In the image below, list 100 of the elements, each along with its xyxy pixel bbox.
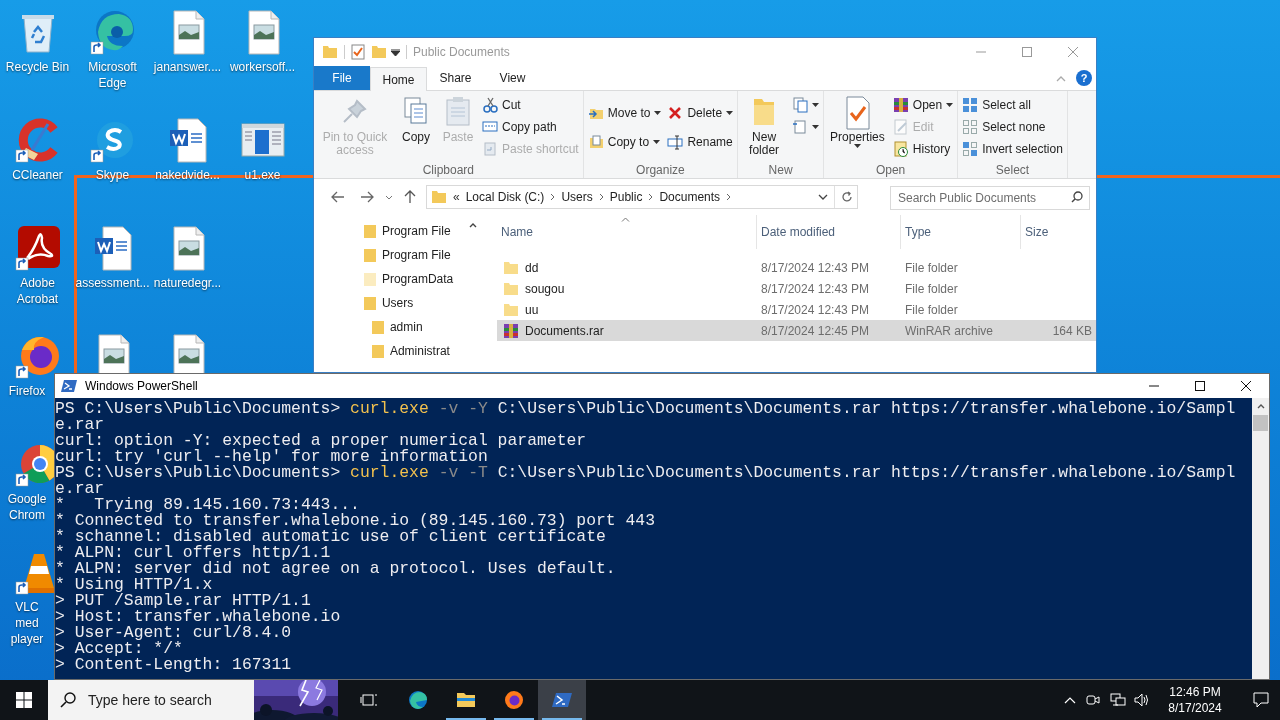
table-cell: 8/17/2024 12:43 PM: [761, 281, 870, 296]
address-bar[interactable]: « Local Disk (C:) Users Public Documents: [426, 185, 858, 209]
nav-item[interactable]: Administrat: [354, 339, 466, 363]
folder-icon: [371, 45, 387, 59]
folder-icon: [362, 295, 377, 311]
desktop-icon-label[interactable]: Firefox: [3, 383, 51, 399]
scroll-up-icon: [1256, 404, 1265, 409]
checklist-icon: [351, 44, 365, 60]
ribbon-button[interactable]: Invert selection: [962, 139, 1063, 158]
powershell-icon: [61, 379, 77, 393]
column-header[interactable]: Type: [901, 215, 1021, 249]
ribbon-button[interactable]: [792, 95, 820, 114]
chevron-right-icon: [648, 193, 654, 201]
clock[interactable]: 12:46 PM 8/17/2024: [1158, 680, 1232, 720]
table-cell: WinRAR archive: [905, 323, 994, 338]
pages-icon: [792, 96, 809, 113]
ribbon-button[interactable]: New folder: [742, 95, 787, 163]
ribbon-button[interactable]: History: [892, 139, 954, 158]
taskbar-button[interactable]: [538, 680, 586, 720]
ribbon-tab[interactable]: File: [314, 66, 370, 90]
nav-item[interactable]: Program File: [354, 243, 466, 267]
ribbon-button[interactable]: Rename: [667, 132, 734, 151]
nav-item[interactable]: admin: [354, 315, 466, 339]
folder-pages-icon: [587, 133, 604, 150]
ribbon-tab[interactable]: View: [484, 66, 541, 90]
ribbon-button[interactable]: Select all: [962, 95, 1063, 114]
column-header[interactable]: Name: [497, 215, 757, 249]
grid-icon: [962, 96, 979, 113]
ribbon-button[interactable]: Properties: [828, 95, 887, 163]
ribbon-button[interactable]: Cut: [482, 95, 579, 114]
ribbon-button[interactable]: Delete: [667, 103, 734, 122]
ribbon-tab[interactable]: Home: [370, 67, 427, 91]
nav-item[interactable]: Program File: [354, 219, 466, 243]
file-row[interactable]: Documents.rar 8/17/2024 12:45 PM WinRAR archive 164 KB: [497, 320, 1096, 341]
ribbon-tab[interactable]: Share: [427, 66, 484, 90]
volume-icon: [1134, 693, 1150, 707]
search-icon: [1071, 191, 1083, 203]
table-cell: File folder: [905, 281, 958, 296]
search-field[interactable]: Search Public Documents: [890, 186, 1090, 210]
nav-item[interactable]: ProgramData: [354, 267, 466, 291]
folder-icon: [503, 302, 519, 317]
desktop-icon-label[interactable]: VLC med player: [3, 599, 51, 647]
camera-icon: [1086, 693, 1100, 707]
chevron-down-icon: [818, 194, 828, 200]
console-line: curl: try 'curl --help' for more information: [55, 449, 489, 465]
folder-icon: [322, 45, 338, 59]
console-line: > Content-Length: 167311: [55, 657, 293, 673]
chevron-right-icon: [726, 193, 732, 201]
ribbon-button[interactable]: Copy path: [482, 117, 579, 136]
breadcrumb[interactable]: Local Disk (C:): [465, 188, 545, 206]
console-line: * Connected to transfer.whalebone.io (89.145.160.73) port 443: [55, 513, 656, 529]
group-label: Clipboard: [421, 163, 476, 178]
console-line: * ALPN: server did not agree on a protocol. Uses default.: [55, 561, 617, 577]
console-line: * Trying 89.145.160.73:443...: [55, 497, 360, 513]
breadcrumb[interactable]: Public: [609, 188, 643, 206]
ribbon-button[interactable]: Open: [892, 95, 954, 114]
folder-icon: [370, 319, 385, 335]
refresh-icon: [841, 191, 853, 203]
file-name: dd: [525, 259, 539, 277]
windows-logo-icon: [16, 692, 32, 708]
desktop-icon-label[interactable]: naturedegr...: [150, 275, 225, 291]
window-title: Windows PowerShell: [85, 378, 198, 395]
chat-bubble-icon: [1253, 692, 1269, 708]
cross-icon: [667, 104, 684, 121]
file-row[interactable]: sougou 8/17/2024 12:43 PM File folder: [497, 278, 1096, 299]
file-name: Documents.rar: [525, 322, 604, 340]
scrollbar-thumb[interactable]: [1253, 415, 1268, 431]
edge-logo-icon: [408, 690, 428, 710]
file-row[interactable]: dd 8/17/2024 12:43 PM File folder: [497, 257, 1096, 278]
grid-icon: [962, 140, 979, 157]
console-line: curl: option -Y: expected a proper numerical parameter: [55, 433, 588, 449]
close-icon: [1241, 381, 1251, 391]
console-line: e.rar: [55, 481, 105, 497]
text-box-icon: [482, 118, 498, 135]
ribbon-button[interactable]: Copy to: [587, 132, 662, 151]
console-line: * schannel: disabled automatic use of client certificate: [55, 529, 606, 545]
desktop-icon-label[interactable]: Google Chrom: [3, 491, 51, 523]
search-field[interactable]: Type here to search: [48, 680, 254, 720]
chevron-right-icon: [550, 193, 556, 201]
chevron-up-icon: [1056, 76, 1066, 82]
file-row[interactable]: uu 8/17/2024 12:43 PM File folder: [497, 299, 1096, 320]
overflow-marker[interactable]: «: [453, 188, 460, 206]
pencil-icon: [892, 118, 909, 135]
scrollbar[interactable]: [1252, 398, 1269, 679]
ribbon-button[interactable]: [792, 117, 820, 136]
ribbon-button[interactable]: Copy: [398, 95, 434, 163]
folder-icon: [362, 247, 377, 263]
breadcrumb[interactable]: Users: [561, 188, 593, 206]
column-header[interactable]: Size: [1021, 215, 1096, 249]
help-button[interactable]: ?: [1076, 70, 1092, 86]
ribbon-button[interactable]: Select none: [962, 117, 1063, 136]
clipboard-icon: [482, 140, 498, 157]
scissors-icon: [482, 96, 498, 113]
desktop-icon-label[interactable]: Adobe Acrobat: [0, 275, 75, 307]
caret-icon: [391, 48, 400, 56]
column-header[interactable]: Date modified: [757, 215, 901, 249]
ribbon-button[interactable]: Move to: [587, 103, 662, 122]
breadcrumb[interactable]: Documents: [659, 188, 721, 206]
nav-item[interactable]: Users: [354, 291, 466, 315]
arrow-up-icon: [404, 190, 416, 204]
